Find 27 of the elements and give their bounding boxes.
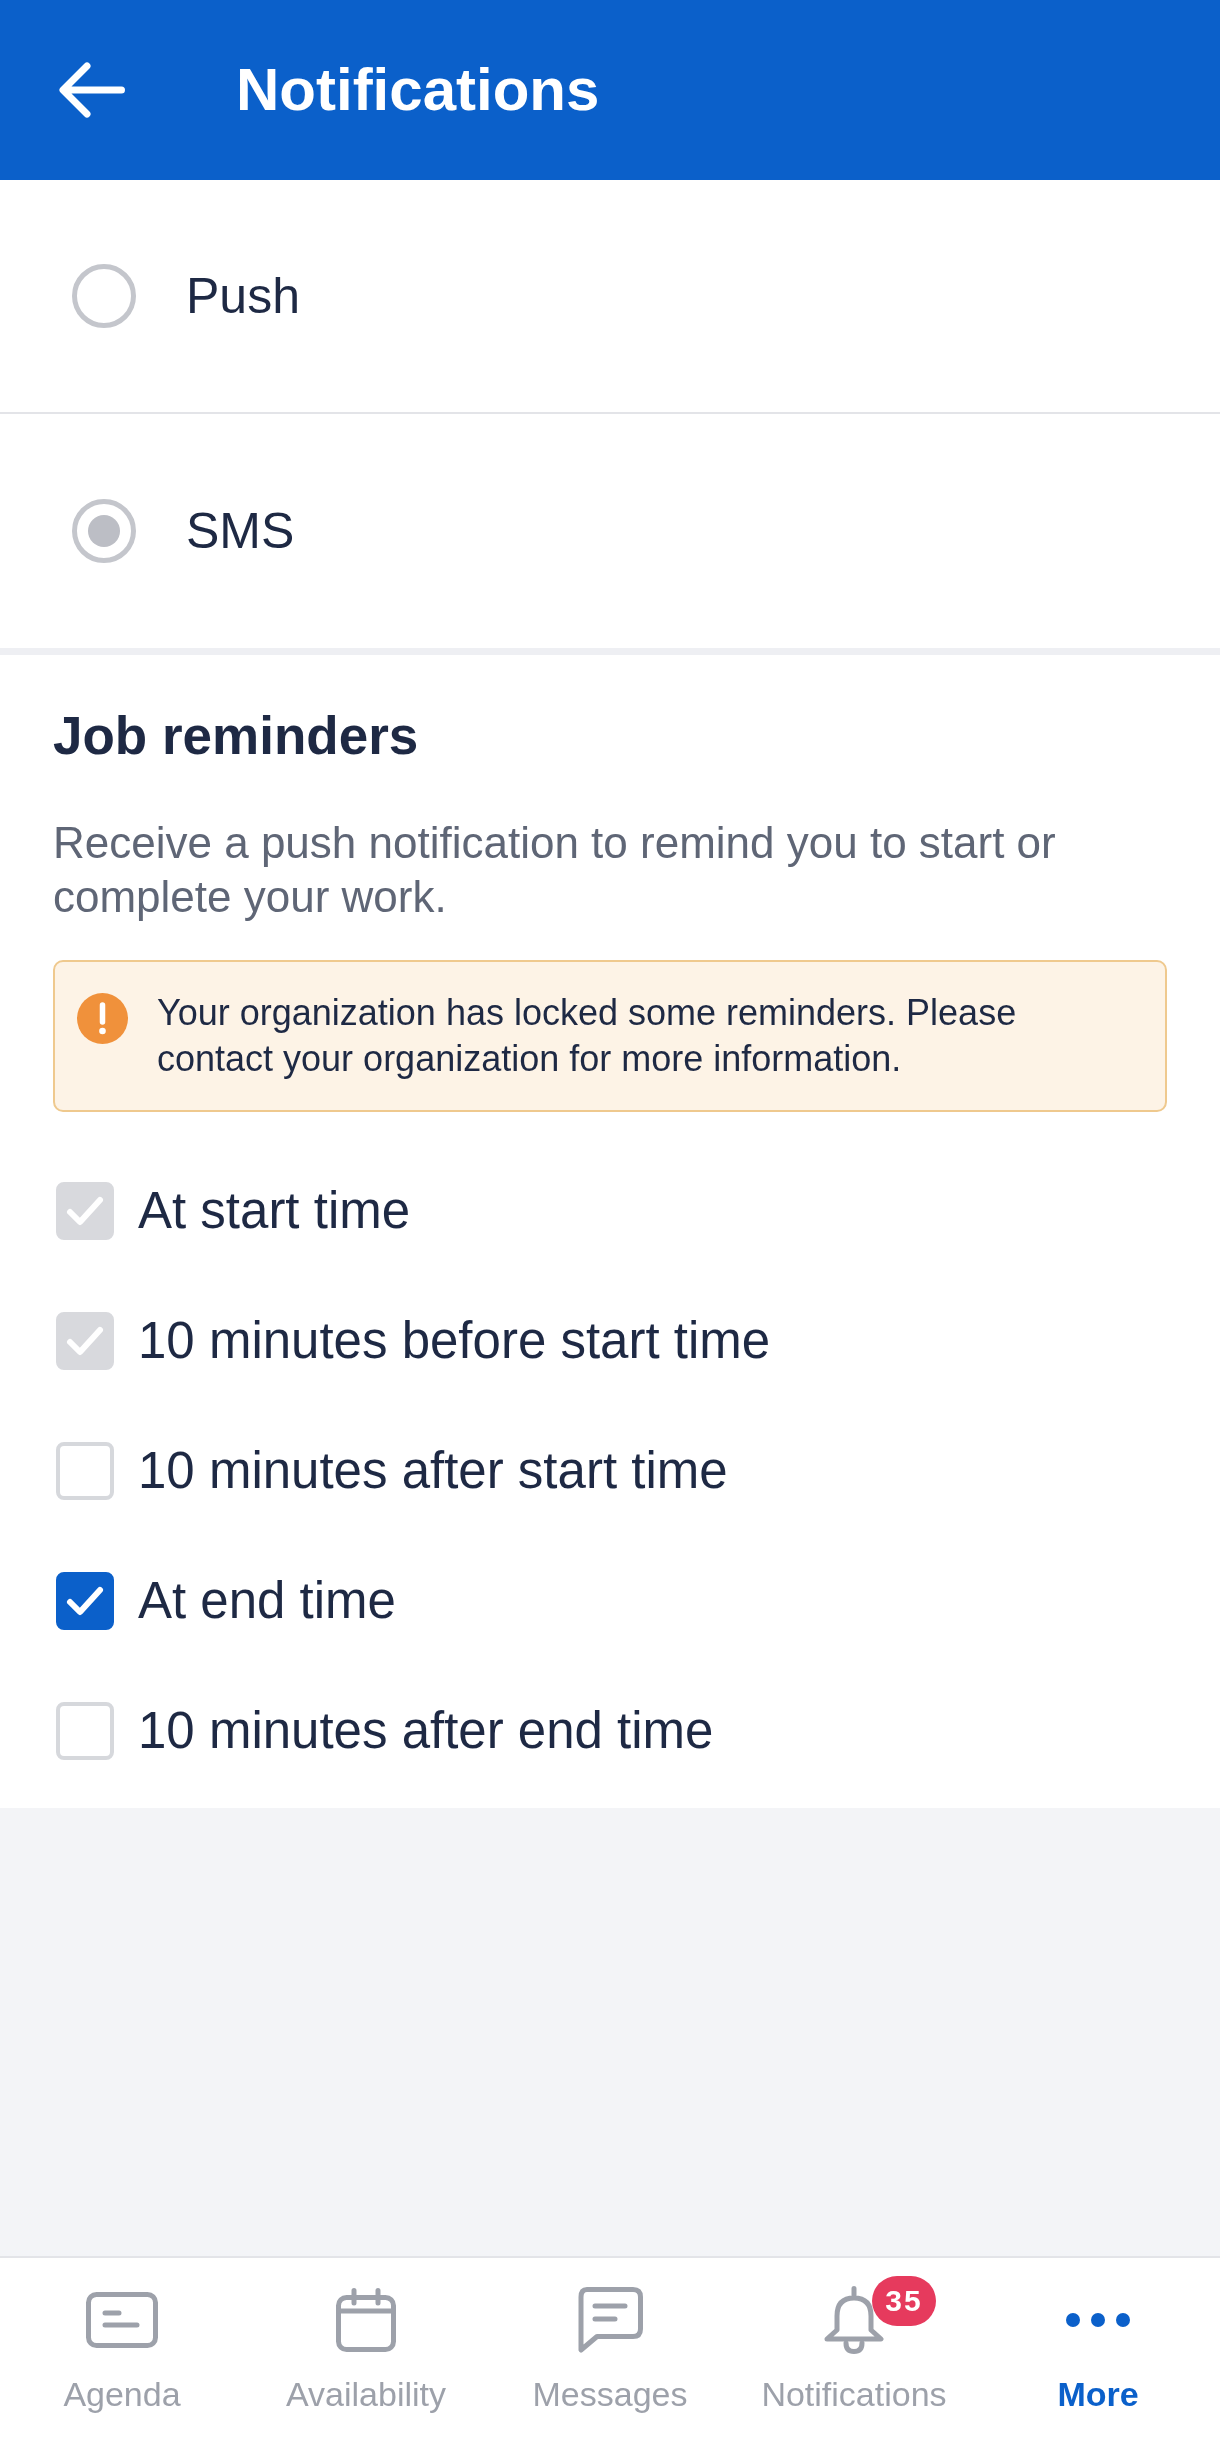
calendar-icon <box>336 2288 396 2352</box>
bell-icon <box>824 2286 884 2354</box>
radio-button[interactable] <box>72 264 136 328</box>
exclamation-icon <box>77 992 128 1044</box>
nav-tab[interactable]: Agenda <box>0 2258 244 2443</box>
nav-tab[interactable]: 35 Notifications <box>732 2258 976 2443</box>
section-title: Job reminders <box>53 705 420 767</box>
checkbox[interactable] <box>56 1571 114 1630</box>
checkbox-label: 10 minutes after end time <box>138 1701 714 1761</box>
section-description: Receive a push notification to remind you to start or complete your work. <box>53 816 1057 923</box>
more-icon <box>1066 2313 1130 2327</box>
nav-tab[interactable]: Availability <box>244 2258 488 2443</box>
chat-bubble-icon <box>577 2287 643 2353</box>
nav-tab[interactable]: More <box>976 2258 1220 2443</box>
card-lines-icon <box>86 2292 158 2348</box>
checkbox-label: 10 minutes after start time <box>138 1441 728 1501</box>
count-badge: 35 <box>872 2276 936 2326</box>
nav-tab[interactable]: Messages <box>488 2258 732 2443</box>
screen-title: Notifications <box>236 55 600 125</box>
arrow-left-icon <box>59 62 125 118</box>
option-label: Push <box>186 267 300 326</box>
checkbox-label: 10 minutes before start time <box>138 1311 771 1371</box>
radio-button[interactable] <box>72 499 136 563</box>
warning-message: Your organization has locked some reminders. Please contact your organization for more information. <box>157 990 1018 1081</box>
option-label: SMS <box>186 502 295 561</box>
checkbox-label: At end time <box>138 1571 396 1631</box>
checkbox-label: At start time <box>138 1181 411 1241</box>
